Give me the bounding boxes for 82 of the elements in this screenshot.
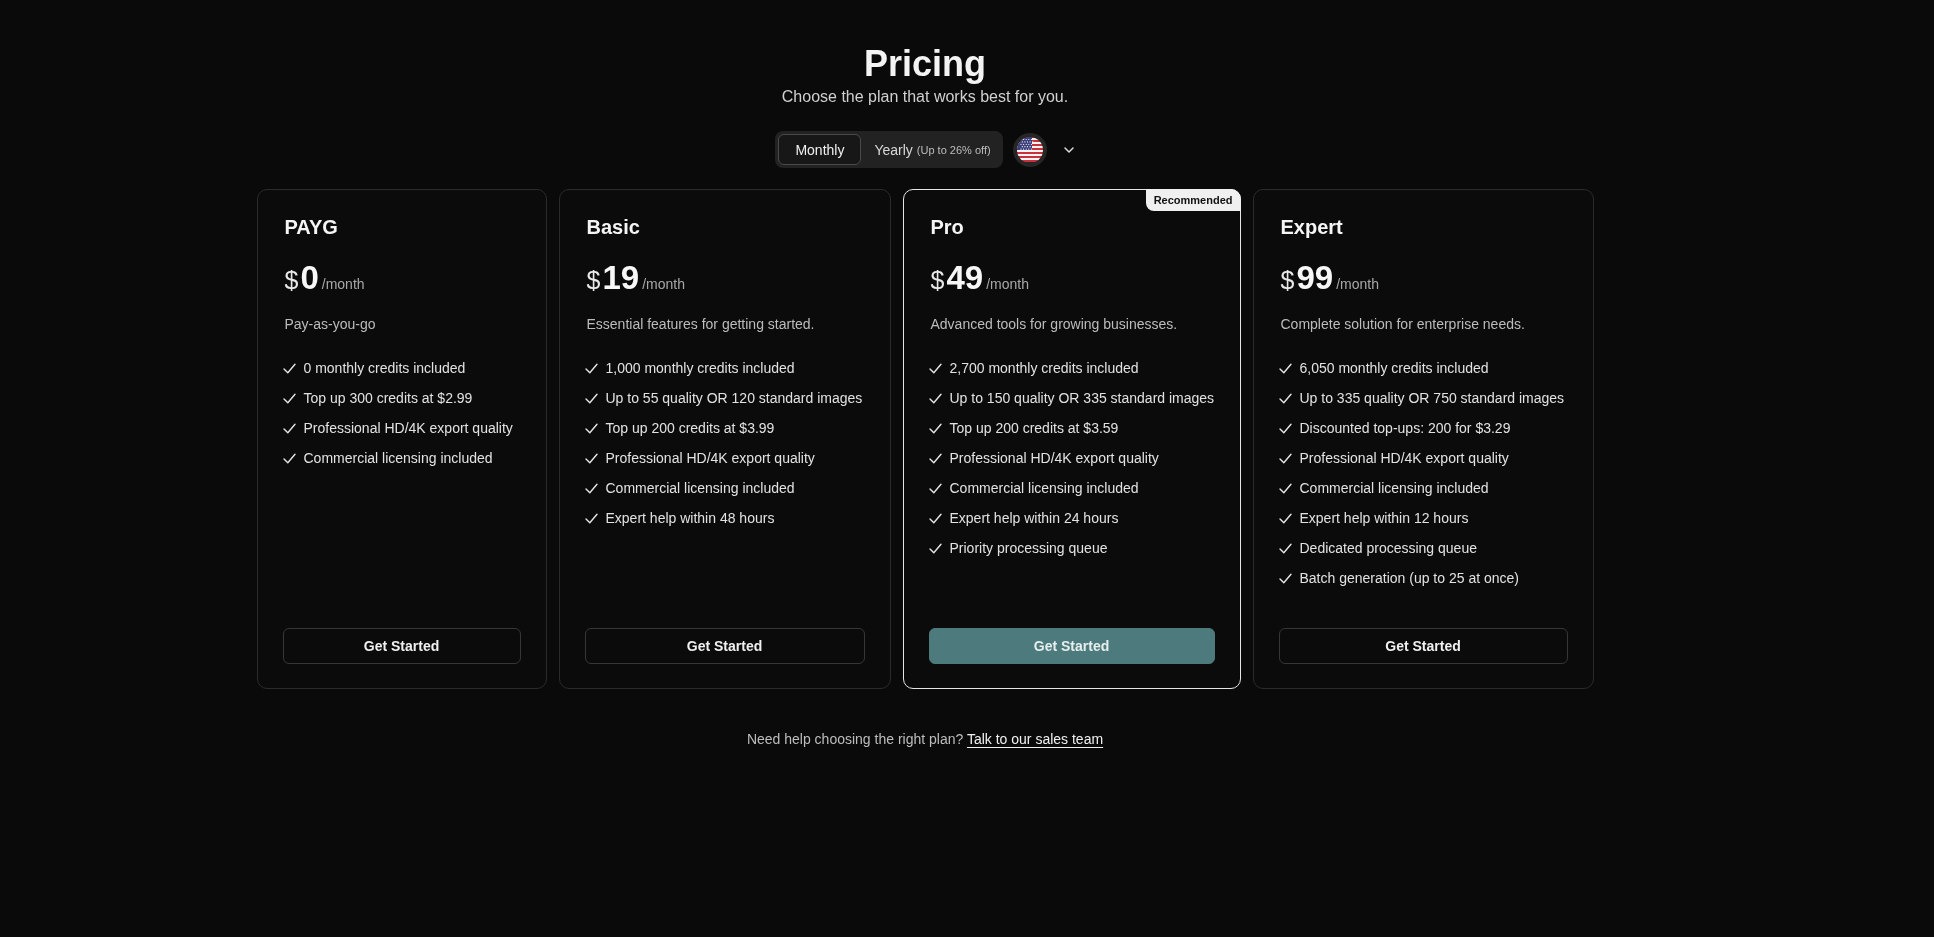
plan-description: Complete solution for enterprise needs. bbox=[1280, 315, 1526, 334]
check-icon bbox=[282, 361, 296, 375]
plan-price: 99 bbox=[1296, 259, 1334, 297]
plan-price: 49 bbox=[946, 259, 984, 297]
plan-name: Basic bbox=[586, 215, 641, 239]
feature-text: Batch generation (up to 25 at once) bbox=[1299, 570, 1519, 586]
check-icon bbox=[928, 511, 942, 525]
check-icon bbox=[282, 421, 296, 435]
check-icon bbox=[282, 391, 296, 405]
feature-text: Top up 200 credits at $3.99 bbox=[605, 420, 775, 436]
feature-text: Commercial licensing included bbox=[605, 480, 795, 496]
feature-text: 6,050 monthly credits included bbox=[1299, 360, 1489, 376]
currency-symbol: $ bbox=[284, 266, 299, 295]
page-title: Pricing bbox=[864, 42, 986, 86]
feature-text: Top up 300 credits at $2.99 bbox=[303, 390, 473, 406]
feature-text: Professional HD/4K export quality bbox=[605, 450, 815, 466]
check-icon bbox=[1278, 481, 1292, 495]
feature-text: Discounted top-ups: 200 for $3.29 bbox=[1299, 420, 1511, 436]
get-started-button[interactable]: Get Started bbox=[584, 628, 865, 664]
flag-icon[interactable] bbox=[1012, 132, 1047, 167]
check-icon bbox=[584, 421, 598, 435]
currency-symbol: $ bbox=[930, 266, 945, 295]
currency-symbol: $ bbox=[1280, 266, 1295, 295]
help-text: Need help choosing the right plan? Talk to our sales team bbox=[746, 730, 1104, 749]
feature-text: Top up 200 credits at $3.59 bbox=[949, 420, 1119, 436]
get-started-button[interactable]: Get Started bbox=[928, 628, 1215, 664]
check-icon bbox=[1278, 421, 1292, 435]
plan-name: Expert bbox=[1280, 215, 1344, 239]
sales-team-link[interactable]: Talk to our sales team bbox=[966, 731, 1104, 747]
billing-option[interactable]: Monthly bbox=[778, 134, 862, 165]
price-period: /month bbox=[986, 276, 1029, 292]
feature-text: Expert help within 48 hours bbox=[605, 510, 775, 526]
plan-price: 19 bbox=[602, 259, 640, 297]
get-started-button[interactable]: Get Started bbox=[282, 628, 521, 664]
check-icon bbox=[928, 481, 942, 495]
feature-text: Priority processing queue bbox=[949, 540, 1108, 556]
check-icon bbox=[584, 451, 598, 465]
feature-text: Commercial licensing included bbox=[949, 480, 1139, 496]
check-icon bbox=[1278, 361, 1292, 375]
check-icon bbox=[928, 541, 942, 555]
feature-text: Expert help within 24 hours bbox=[949, 510, 1119, 526]
page-subtitle: Choose the plan that works best for you. bbox=[781, 87, 1069, 107]
plan-name: Pro bbox=[930, 215, 965, 239]
check-icon bbox=[1278, 571, 1292, 585]
feature-text: Up to 150 quality OR 335 standard images bbox=[949, 390, 1215, 406]
feature-text: Professional HD/4K export quality bbox=[949, 450, 1159, 466]
check-icon bbox=[1278, 541, 1292, 555]
check-icon bbox=[1278, 451, 1292, 465]
feature-text: Dedicated processing queue bbox=[1299, 540, 1477, 556]
plan-description: Pay-as-you-go bbox=[284, 315, 377, 334]
feature-text: Commercial licensing included bbox=[1299, 480, 1489, 496]
check-icon bbox=[584, 511, 598, 525]
check-icon bbox=[584, 361, 598, 375]
feature-text: Up to 55 quality OR 120 standard images bbox=[605, 390, 863, 406]
feature-text: 0 monthly credits included bbox=[303, 360, 466, 376]
check-icon bbox=[584, 481, 598, 495]
check-icon bbox=[1278, 511, 1292, 525]
feature-text: 2,700 monthly credits included bbox=[949, 360, 1139, 376]
check-icon bbox=[1278, 391, 1292, 405]
check-icon bbox=[584, 391, 598, 405]
feature-text: Professional HD/4K export quality bbox=[303, 420, 513, 436]
plan-price: 0 bbox=[300, 259, 319, 297]
check-icon bbox=[928, 391, 942, 405]
check-icon bbox=[282, 451, 296, 465]
price-period: /month bbox=[1336, 276, 1379, 292]
check-icon bbox=[928, 421, 942, 435]
plan-description: Advanced tools for growing businesses. bbox=[930, 315, 1179, 334]
currency-symbol: $ bbox=[586, 266, 601, 295]
feature-text: Professional HD/4K export quality bbox=[1299, 450, 1509, 466]
feature-text: Commercial licensing included bbox=[303, 450, 493, 466]
get-started-button[interactable]: Get Started bbox=[1278, 628, 1568, 664]
plan-name: PAYG bbox=[284, 215, 339, 239]
feature-text: Up to 335 quality OR 750 standard images bbox=[1299, 390, 1565, 406]
plan-description: Essential features for getting started. bbox=[586, 315, 816, 334]
feature-text: 1,000 monthly credits included bbox=[605, 360, 795, 376]
billing-option[interactable]: Yearly (Up to 26% off) bbox=[865, 134, 1000, 165]
price-period: /month bbox=[642, 276, 685, 292]
feature-text: Expert help within 12 hours bbox=[1299, 510, 1469, 526]
price-period: /month bbox=[321, 276, 365, 292]
check-icon bbox=[928, 451, 942, 465]
recommended-badge: Recommended bbox=[1145, 189, 1241, 211]
check-icon bbox=[928, 361, 942, 375]
